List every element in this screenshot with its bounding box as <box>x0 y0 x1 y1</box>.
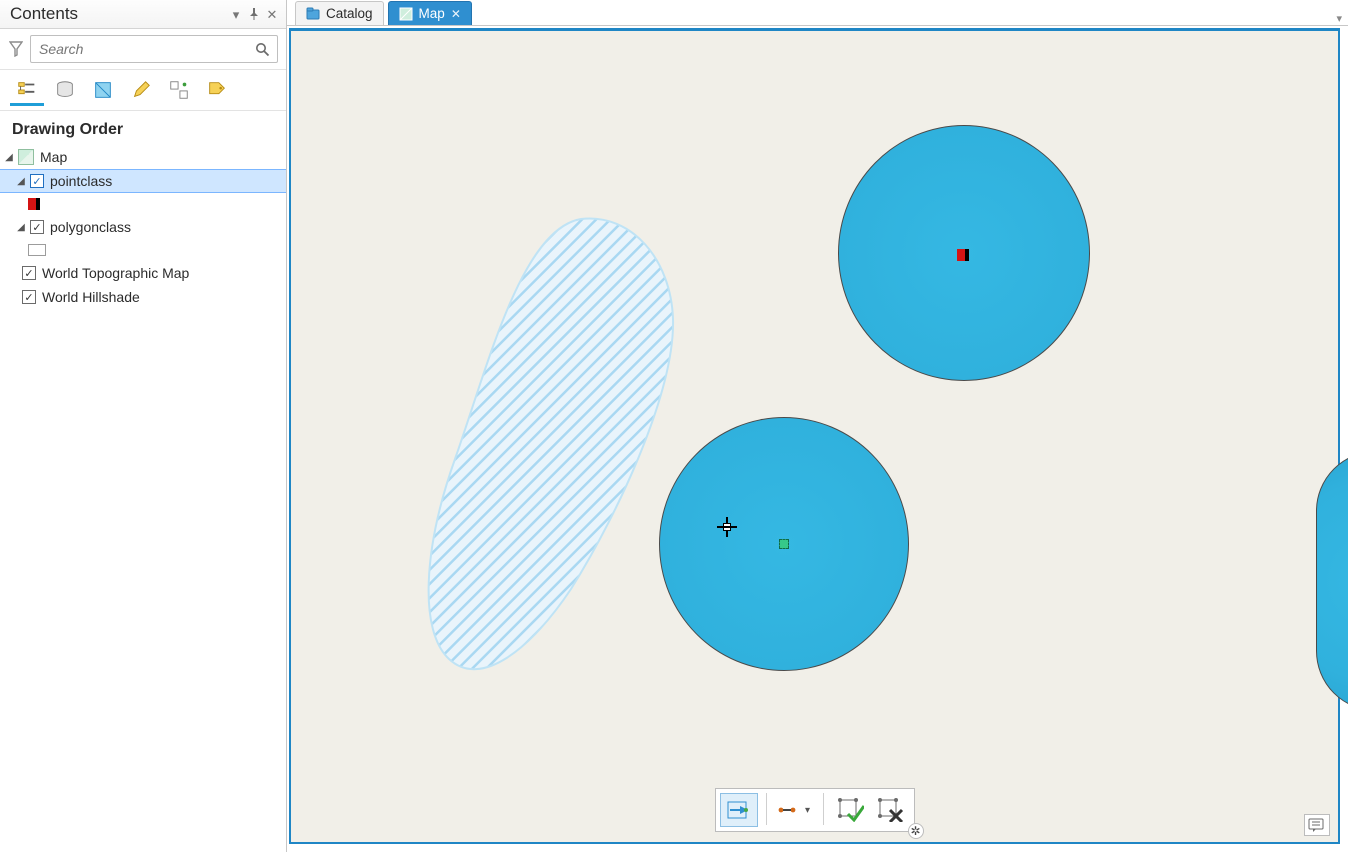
map-canvas[interactable]: ▾ ✲ <box>289 28 1340 844</box>
caret-down-icon[interactable]: ◢ <box>4 152 14 163</box>
layer-label: pointclass <box>48 173 112 189</box>
layer-label: World Hillshade <box>40 289 140 305</box>
visibility-checkbox[interactable] <box>22 266 36 280</box>
caret-down-icon[interactable]: ◢ <box>16 176 26 187</box>
tab-label: Map <box>419 6 445 21</box>
search-box[interactable] <box>30 35 278 63</box>
catalog-icon <box>306 7 320 21</box>
search-icon[interactable] <box>253 40 271 58</box>
layer-tree: ◢ Map ◢ pointclass ◢ polygonclass <box>0 145 286 309</box>
trace-tool-button[interactable] <box>775 793 799 827</box>
sketch-toolbar: ▾ ✲ <box>715 788 915 832</box>
layer-node-hillshade[interactable]: World Hillshade <box>0 285 286 309</box>
symbol-row-pointclass[interactable] <box>0 193 286 215</box>
point-feature <box>957 249 969 261</box>
visibility-checkbox[interactable] <box>30 174 44 188</box>
main-area: Catalog Map ✕ ▾ <box>287 0 1348 852</box>
sketch-vertex <box>779 539 789 549</box>
symbol-row-polygonclass[interactable] <box>0 239 286 261</box>
list-by-drawing-order-button[interactable] <box>10 76 44 106</box>
list-by-selection-button[interactable] <box>86 76 120 106</box>
list-by-labeling-button[interactable] <box>200 76 234 106</box>
map-icon <box>399 7 413 21</box>
streaming-tool-button[interactable] <box>720 793 758 827</box>
list-by-source-button[interactable] <box>48 76 82 106</box>
buffer-circle <box>1316 451 1348 711</box>
gear-icon[interactable]: ✲ <box>908 823 924 839</box>
caret-down-icon[interactable]: ▾ <box>228 6 244 22</box>
caret-down-icon[interactable]: ◢ <box>16 222 26 233</box>
map-root-label: Map <box>38 149 67 165</box>
visibility-checkbox[interactable] <box>30 220 44 234</box>
close-icon[interactable]: ✕ <box>451 7 461 21</box>
contents-header: Contents ▾ ✕ <box>0 0 286 29</box>
popup-button[interactable] <box>1304 814 1330 836</box>
visibility-checkbox[interactable] <box>22 290 36 304</box>
point-symbol-icon <box>28 198 40 210</box>
layer-node-topo[interactable]: World Topographic Map <box>0 261 286 285</box>
close-icon[interactable]: ✕ <box>264 6 280 22</box>
list-by-snapping-button[interactable] <box>162 76 196 106</box>
layer-node-pointclass[interactable]: ◢ pointclass <box>0 169 286 193</box>
finish-sketch-button[interactable] <box>832 793 870 827</box>
polygon-symbol-icon <box>28 244 46 256</box>
contents-pane: Contents ▾ ✕ <box>0 0 287 852</box>
map-icon <box>18 149 34 165</box>
layer-label: polygonclass <box>48 219 131 235</box>
tab-overflow-icon[interactable]: ▾ <box>1336 12 1342 25</box>
pin-icon[interactable] <box>246 6 262 22</box>
tab-label: Catalog <box>326 6 373 21</box>
layer-label: World Topographic Map <box>40 265 189 281</box>
drawing-order-label: Drawing Order <box>0 111 286 145</box>
tab-catalog[interactable]: Catalog <box>295 1 384 25</box>
map-root-node[interactable]: ◢ Map <box>0 145 286 169</box>
cancel-sketch-button[interactable] <box>872 793 910 827</box>
contents-toolbar <box>0 70 286 111</box>
filter-icon[interactable] <box>8 39 24 59</box>
tab-map[interactable]: Map ✕ <box>388 1 472 25</box>
list-by-editing-button[interactable] <box>124 76 158 106</box>
layer-node-polygonclass[interactable]: ◢ polygonclass <box>0 215 286 239</box>
contents-title: Contents <box>10 4 78 24</box>
search-row <box>0 29 286 70</box>
search-input[interactable] <box>31 36 277 62</box>
trace-dropdown-icon[interactable]: ▾ <box>801 805 815 816</box>
streaming-sketch <box>421 209 701 679</box>
view-tabstrip: Catalog Map ✕ ▾ <box>287 0 1348 26</box>
